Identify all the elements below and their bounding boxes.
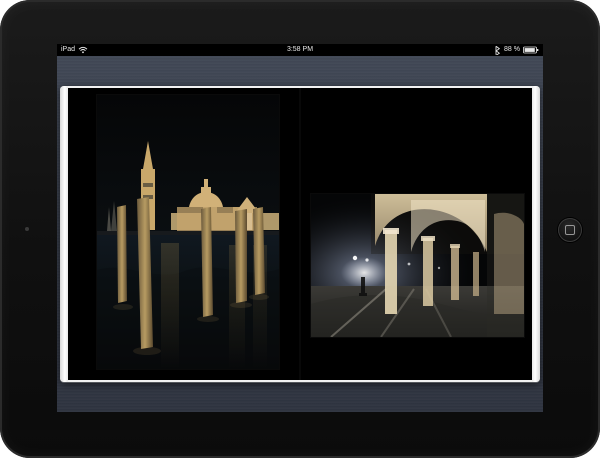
book-spread-container: [60, 86, 540, 382]
screen: iPad 3:58 PM 88 %: [57, 44, 543, 412]
status-right: 88 %: [494, 44, 539, 56]
two-page-spread[interactable]: [68, 88, 532, 380]
battery-icon: [523, 46, 539, 54]
home-button-square: [565, 225, 575, 235]
battery-percent: 88 %: [504, 46, 520, 53]
ipad-device: iPad 3:58 PM 88 %: [0, 0, 600, 458]
page-edge-left: [60, 86, 68, 382]
home-button[interactable]: [558, 218, 582, 242]
photo-venice-night-left[interactable]: [97, 95, 279, 369]
status-time: 3:58 PM: [286, 46, 314, 53]
photo-arcade-night-right[interactable]: [311, 194, 524, 337]
page-edge-right: [532, 86, 540, 382]
bluetooth-icon: [494, 45, 501, 55]
book-gutter: [299, 88, 301, 380]
front-camera: [25, 227, 29, 231]
book-app-background: [57, 56, 543, 412]
photo-arcade-illustration: [311, 194, 524, 337]
status-bar: iPad 3:58 PM 88 %: [57, 44, 543, 56]
photo-venice-illustration: [97, 95, 279, 369]
